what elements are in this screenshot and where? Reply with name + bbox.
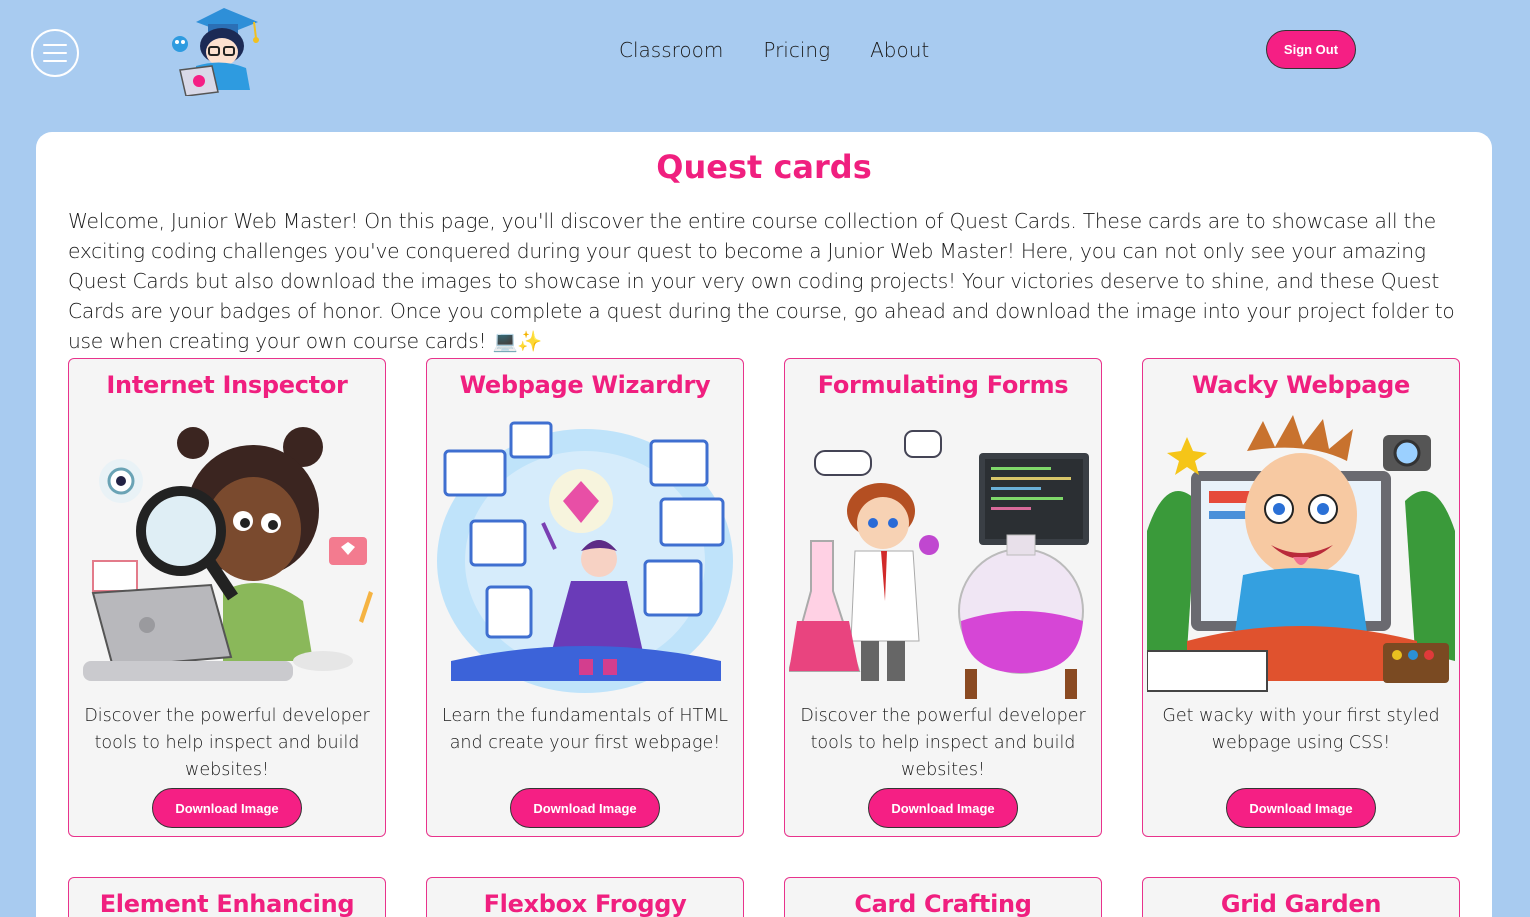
card-description: Discover the powerful developer tools to…	[800, 706, 1086, 780]
card-title: Card Crafting	[854, 890, 1032, 917]
download-image-button[interactable]: Download Image	[510, 788, 660, 828]
quest-card-formulating-forms: Formulating Forms Discover the powerful …	[784, 358, 1102, 837]
card-illustration-wizard	[431, 411, 739, 699]
site-logo[interactable]	[166, 4, 262, 96]
menu-bar	[43, 44, 67, 46]
nav-classroom-link[interactable]: Classroom	[619, 38, 723, 62]
quest-card-webpage-wizardry: Webpage Wizardry Learn the fundamentals …	[426, 358, 744, 837]
card-description: Learn the fundamentals of HTML and creat…	[441, 706, 729, 753]
card-title: Wacky Webpage	[1191, 371, 1410, 399]
quest-card-wacky-webpage: Wacky Webpage Get wacky with your first …	[1142, 358, 1460, 837]
menu-bar	[43, 52, 67, 54]
download-image-button[interactable]: Download Image	[152, 788, 302, 828]
content-panel: Quest cards Welcome, Junior Web Master! …	[36, 132, 1492, 917]
card-title: Webpage Wizardry	[459, 371, 711, 399]
menu-bar	[43, 60, 67, 62]
card-description: Get wacky with your first styled webpage…	[1162, 706, 1440, 753]
card-title: Internet Inspector	[106, 371, 348, 399]
quest-card-element-enhancing: Element Enhancing	[68, 877, 386, 917]
card-title: Formulating Forms	[817, 371, 1069, 399]
nav-about-link[interactable]: About	[870, 38, 929, 62]
main-nav: Classroom Pricing About	[619, 38, 929, 62]
card-illustration-scientist	[789, 411, 1097, 699]
download-image-button[interactable]: Download Image	[1226, 788, 1376, 828]
download-image-button[interactable]: Download Image	[868, 788, 1018, 828]
card-illustration-girl-magnifier	[73, 411, 381, 699]
quest-card-grid-garden: Grid Garden	[1142, 877, 1460, 917]
quest-card-flexbox-froggy: Flexbox Froggy	[426, 877, 744, 917]
quest-card-card-crafting: Card Crafting	[784, 877, 1102, 917]
sign-out-button[interactable]: Sign Out	[1266, 30, 1356, 69]
nav-pricing-link[interactable]: Pricing	[763, 38, 830, 62]
page-title: Quest cards	[656, 148, 872, 186]
intro-paragraph: Welcome, Junior Web Master! On this page…	[68, 209, 1455, 353]
card-illustration-wacky-boy	[1147, 411, 1455, 699]
card-description: Discover the powerful developer tools to…	[84, 706, 370, 780]
card-title: Element Enhancing	[99, 890, 355, 917]
quest-card-internet-inspector: Internet Inspector Discover the powerful…	[68, 358, 386, 837]
card-title: Flexbox Froggy	[483, 890, 687, 917]
hamburger-menu-icon[interactable]	[31, 29, 79, 77]
card-title: Grid Garden	[1220, 890, 1382, 917]
